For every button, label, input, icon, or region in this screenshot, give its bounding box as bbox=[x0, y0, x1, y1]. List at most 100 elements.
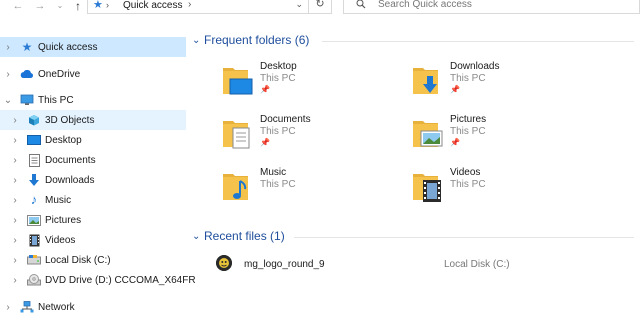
breadcrumb-location[interactable]: Quick access bbox=[123, 0, 182, 11]
chevron-right-icon[interactable]: › bbox=[3, 302, 13, 313]
navigation-pane: › ★ Quick access › OneDrive ⌄ This PC › … bbox=[0, 28, 196, 320]
forward-arrow-icon[interactable]: → bbox=[32, 0, 48, 14]
sidebar-item-videos[interactable]: › Videos bbox=[0, 230, 186, 250]
sidebar-item-desktop[interactable]: › Desktop bbox=[0, 130, 186, 150]
recent-locations-chevron-icon[interactable]: ⌄ bbox=[52, 0, 68, 14]
sidebar-item-pictures[interactable]: › Pictures bbox=[0, 210, 186, 230]
sidebar-item-label: Network bbox=[38, 301, 75, 313]
chevron-right-icon[interactable]: › bbox=[3, 42, 13, 53]
folder-name: Downloads bbox=[450, 61, 500, 72]
sidebar-item-label: Desktop bbox=[45, 134, 82, 146]
pictures-folder-icon bbox=[413, 121, 443, 147]
folder-location: This PC bbox=[450, 126, 486, 137]
recent-file-row[interactable]: mg_logo_round_9 Local Disk (C:) bbox=[192, 254, 632, 274]
pin-icon: 📌 bbox=[450, 85, 460, 94]
computer-icon bbox=[20, 94, 34, 106]
videos-icon bbox=[27, 234, 41, 246]
frequent-folders-title: Frequent folders (6) bbox=[204, 33, 310, 47]
sidebar-item-dvd-drive[interactable]: › DVD Drive (D:) CCCOMA_X64FR bbox=[0, 270, 196, 290]
folder-tile-music[interactable]: Music This PC bbox=[222, 166, 402, 212]
folder-location: This PC bbox=[260, 73, 296, 84]
sidebar-item-3d-objects[interactable]: › 3D Objects bbox=[0, 110, 186, 130]
search-placeholder: Search Quick access bbox=[378, 0, 472, 10]
search-input[interactable]: Search Quick access bbox=[343, 0, 640, 14]
folder-location: This PC bbox=[450, 179, 486, 190]
chevron-down-icon[interactable]: ⌄ bbox=[192, 35, 204, 46]
downloads-icon bbox=[27, 173, 41, 186]
chevron-right-icon[interactable]: › bbox=[10, 275, 20, 286]
pin-icon: 📌 bbox=[260, 85, 270, 94]
breadcrumb-chevron-icon[interactable]: › bbox=[188, 0, 191, 10]
folder-name: Pictures bbox=[450, 114, 487, 125]
dvd-icon bbox=[27, 274, 41, 286]
sidebar-item-network[interactable]: › Network bbox=[0, 297, 186, 317]
chevron-down-icon[interactable]: ⌄ bbox=[3, 95, 13, 106]
sidebar-item-label: Documents bbox=[45, 154, 96, 166]
chevron-right-icon[interactable]: › bbox=[10, 255, 20, 266]
up-arrow-icon[interactable]: ↑ bbox=[70, 0, 86, 14]
chevron-down-icon[interactable]: ⌄ bbox=[192, 231, 204, 242]
breadcrumb-chevron-icon[interactable]: › bbox=[106, 0, 109, 11]
chevron-right-icon[interactable]: › bbox=[10, 195, 20, 206]
frequent-folders-header[interactable]: ⌄ Frequent folders (6) bbox=[192, 33, 309, 47]
sidebar-item-label: Quick access bbox=[38, 41, 98, 53]
group-divider bbox=[294, 237, 634, 238]
sidebar-item-documents[interactable]: › Documents bbox=[0, 150, 186, 170]
sidebar-item-music[interactable]: › ♪ Music bbox=[0, 190, 186, 210]
cube-icon bbox=[27, 114, 41, 126]
chevron-right-icon[interactable]: › bbox=[10, 175, 20, 186]
sidebar-item-local-disk[interactable]: › Local Disk (C:) bbox=[0, 250, 186, 270]
folder-tile-downloads[interactable]: Downloads This PC 📌 bbox=[412, 60, 592, 106]
disk-icon bbox=[27, 254, 41, 266]
chevron-right-icon[interactable]: › bbox=[3, 69, 13, 80]
chevron-right-icon[interactable]: › bbox=[10, 155, 20, 166]
folder-tile-pictures[interactable]: Pictures This PC 📌 bbox=[412, 113, 592, 159]
sidebar-item-label: DVD Drive (D:) CCCOMA_X64FR bbox=[45, 274, 196, 286]
star-icon: ★ bbox=[21, 40, 33, 54]
sidebar-item-label: Downloads bbox=[45, 174, 95, 186]
group-divider bbox=[322, 41, 634, 42]
sidebar-item-label: Videos bbox=[45, 234, 76, 246]
address-input[interactable]: ★ › Quick access › ⌄ bbox=[87, 0, 309, 14]
recent-files-header[interactable]: ⌄ Recent files (1) bbox=[192, 229, 285, 243]
folder-tile-desktop[interactable]: Desktop This PC 📌 bbox=[222, 60, 402, 106]
desktop-icon bbox=[27, 134, 41, 146]
sidebar-item-label: Music bbox=[45, 194, 72, 206]
recent-file-name: mg_logo_round_9 bbox=[244, 259, 325, 270]
address-bar: ← → ⌄ ↑ ★ › Quick access › ⌄ ↻ Search Qu… bbox=[0, 0, 640, 20]
folder-location: This PC bbox=[450, 73, 486, 84]
back-arrow-icon[interactable]: ← bbox=[10, 0, 26, 14]
folder-location: This PC bbox=[260, 179, 296, 190]
folder-name: Videos bbox=[450, 167, 481, 178]
folder-name: Desktop bbox=[260, 61, 297, 72]
downloads-folder-icon bbox=[413, 68, 438, 94]
folder-tile-documents[interactable]: Documents This PC 📌 bbox=[222, 113, 402, 159]
search-icon bbox=[356, 0, 366, 12]
chevron-right-icon[interactable]: › bbox=[10, 215, 20, 226]
image-file-icon bbox=[216, 255, 232, 271]
folder-name: Documents bbox=[260, 114, 311, 125]
sidebar-item-label: This PC bbox=[38, 94, 74, 106]
folder-tile-videos[interactable]: Videos This PC bbox=[412, 166, 592, 212]
folder-name: Music bbox=[260, 167, 287, 178]
chevron-right-icon[interactable]: › bbox=[10, 235, 20, 246]
sidebar-item-this-pc[interactable]: ⌄ This PC bbox=[0, 90, 186, 110]
sidebar-item-label: OneDrive bbox=[38, 68, 81, 80]
recent-file-location: Local Disk (C:) bbox=[444, 259, 510, 270]
chevron-right-icon[interactable]: › bbox=[10, 135, 20, 146]
folder-location: This PC bbox=[260, 126, 296, 137]
chevron-right-icon[interactable]: › bbox=[10, 115, 20, 126]
documents-folder-icon bbox=[223, 121, 250, 149]
star-icon: ★ bbox=[93, 0, 103, 11]
cloud-icon bbox=[20, 68, 34, 80]
music-icon: ♪ bbox=[30, 192, 38, 207]
address-dropdown-icon[interactable]: ⌄ bbox=[295, 0, 303, 10]
refresh-button[interactable]: ↻ bbox=[309, 0, 332, 14]
sidebar-item-label: Pictures bbox=[45, 214, 82, 226]
sidebar-item-quick-access[interactable]: › ★ Quick access bbox=[0, 37, 186, 57]
music-folder-icon bbox=[223, 174, 248, 200]
recent-files-title: Recent files (1) bbox=[204, 229, 285, 243]
documents-icon bbox=[27, 153, 41, 167]
sidebar-item-onedrive[interactable]: › OneDrive bbox=[0, 64, 186, 84]
sidebar-item-downloads[interactable]: › Downloads bbox=[0, 170, 186, 190]
